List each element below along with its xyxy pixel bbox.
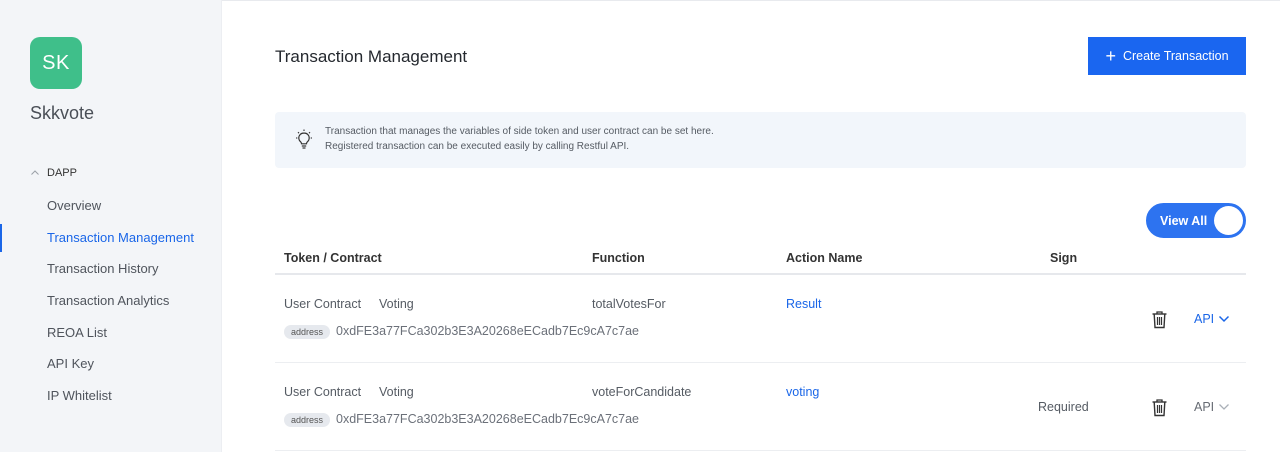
contract-address: 0xdFE3a77FCa302b3E3A20268eECadb7Ec9cA7c7… xyxy=(336,324,640,338)
table-row: User Contract Voting address 0xdFE3a77FC… xyxy=(275,363,1246,451)
sidebar-item-transaction-management[interactable]: Transaction Management xyxy=(0,222,222,254)
trash-icon[interactable] xyxy=(1151,398,1168,417)
sidebar-section-label: DAPP xyxy=(47,167,77,179)
row-function: voteForCandidate xyxy=(592,385,692,399)
sidebar-item-ip-whitelist[interactable]: IP Whitelist xyxy=(0,380,222,412)
table-row: User Contract Voting address 0xdFE3a77FC… xyxy=(275,275,1246,363)
row-contract-name: Voting xyxy=(379,297,414,311)
api-label: API xyxy=(1194,400,1215,414)
row-type: User Contract xyxy=(284,297,362,311)
row-action-link[interactable]: Result xyxy=(786,297,821,311)
row-type: User Contract xyxy=(284,385,362,399)
chevron-down-icon xyxy=(1219,315,1230,323)
trash-icon[interactable] xyxy=(1151,310,1168,329)
sidebar-item-api-key[interactable]: API Key xyxy=(0,348,222,380)
lightbulb-icon xyxy=(296,129,312,149)
view-all-label: View All xyxy=(1160,214,1208,228)
sidebar-item-transaction-analytics[interactable]: Transaction Analytics xyxy=(0,285,222,317)
table-header: Token / Contract Function Action Name Si… xyxy=(275,242,1246,275)
toggle-knob xyxy=(1214,206,1243,235)
row-contract-name: Voting xyxy=(379,385,414,399)
column-header-function: Function xyxy=(592,251,645,265)
project-name: Skkvote xyxy=(30,103,95,123)
api-dropdown[interactable]: API xyxy=(1194,400,1230,414)
sidebar-item-overview[interactable]: Overview xyxy=(0,190,222,222)
column-header-action: Action Name xyxy=(786,251,863,265)
row-sign: Required xyxy=(1038,400,1089,414)
address-badge: address xyxy=(284,413,331,427)
sidebar: SK Skkvote DAPP Overview Transaction Man… xyxy=(0,0,222,452)
chevron-down-icon xyxy=(1219,404,1230,410)
row-function: totalVotesFor xyxy=(592,297,666,311)
sidebar-section-dapp[interactable]: DAPP xyxy=(30,167,77,179)
info-banner: Transaction that manages the variables o… xyxy=(275,112,1246,168)
row-action-link[interactable]: voting xyxy=(786,385,819,399)
sidebar-item-transaction-history[interactable]: Transaction History xyxy=(0,253,222,285)
api-label: API xyxy=(1194,312,1215,326)
view-all-toggle[interactable]: View All xyxy=(1146,203,1246,238)
column-header-token: Token / Contract xyxy=(284,251,382,265)
info-text-line2: Registered transaction can be executed e… xyxy=(325,141,630,152)
page-title: Transaction Management xyxy=(275,47,468,66)
sidebar-item-reoa-list[interactable]: REOA List xyxy=(0,317,222,349)
sidebar-nav: Overview Transaction Management Transact… xyxy=(0,190,222,412)
plus-icon: + xyxy=(1105,46,1116,66)
create-transaction-button[interactable]: + Create Transaction xyxy=(1088,37,1246,75)
contract-address: 0xdFE3a77FCa302b3E3A20268eECadb7Ec9cA7c7… xyxy=(336,412,640,426)
api-dropdown[interactable]: API xyxy=(1194,312,1230,326)
chevron-up-icon xyxy=(31,170,39,175)
top-divider xyxy=(222,0,1280,1)
create-transaction-label: Create Transaction xyxy=(1122,49,1229,63)
column-header-sign: Sign xyxy=(1050,251,1078,265)
info-text-line1: Transaction that manages the variables o… xyxy=(325,126,714,137)
project-avatar: SK xyxy=(30,37,82,89)
address-badge: address xyxy=(284,325,331,339)
